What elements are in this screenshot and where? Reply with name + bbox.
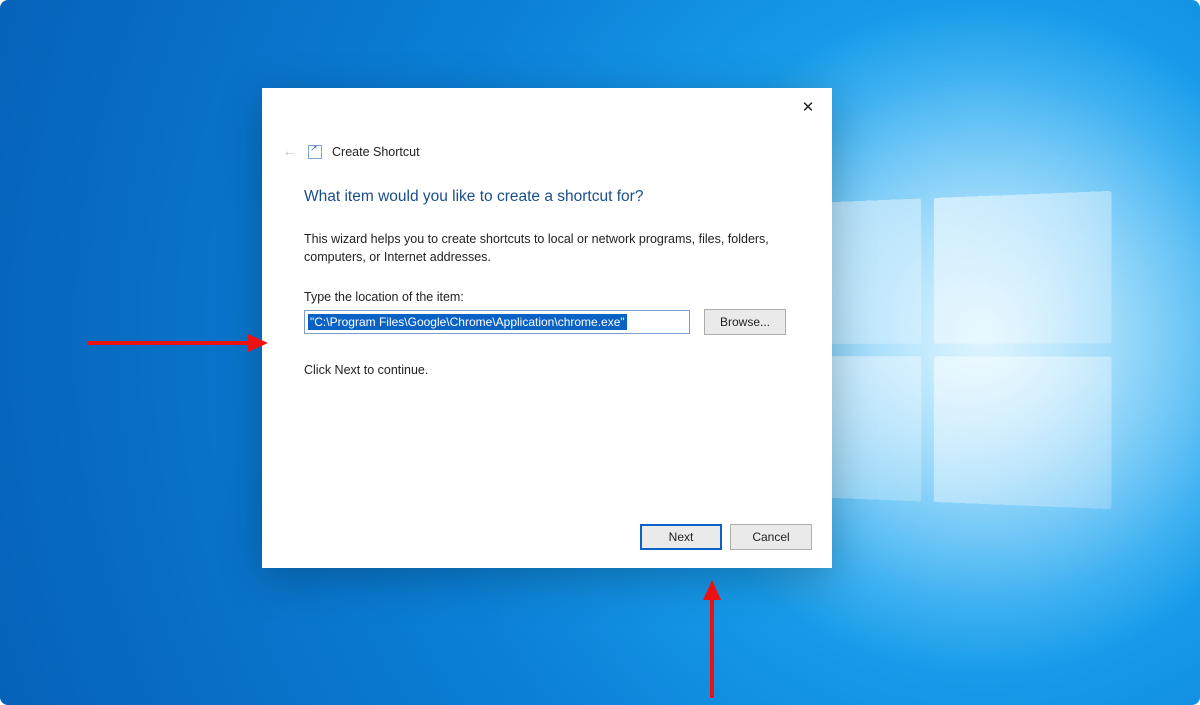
browse-button[interactable]: Browse... [704,309,786,335]
dialog-title: Create Shortcut [332,145,420,159]
create-shortcut-dialog: ✕ ← Create Shortcut What item would you … [262,88,832,568]
location-input-value: "C:\Program Files\Google\Chrome\Applicat… [308,314,627,330]
dialog-footer: Next Cancel [640,524,812,550]
wizard-heading: What item would you like to create a sho… [304,188,790,206]
close-icon: ✕ [802,100,815,115]
annotation-arrow-bottom [707,580,717,698]
location-label: Type the location of the item: [304,290,790,304]
close-button[interactable]: ✕ [794,96,822,118]
continue-hint: Click Next to continue. [304,363,790,377]
dialog-header: ← Create Shortcut [282,144,420,160]
desktop-wallpaper: ✕ ← Create Shortcut What item would you … [0,0,1200,705]
annotation-arrow-left [88,338,268,348]
back-arrow-icon[interactable]: ← [282,144,298,160]
cancel-button[interactable]: Cancel [730,524,812,550]
next-button[interactable]: Next [640,524,722,550]
shortcut-icon [308,145,322,159]
wizard-description: This wizard helps you to create shortcut… [304,230,790,266]
location-input[interactable]: "C:\Program Files\Google\Chrome\Applicat… [304,310,690,334]
